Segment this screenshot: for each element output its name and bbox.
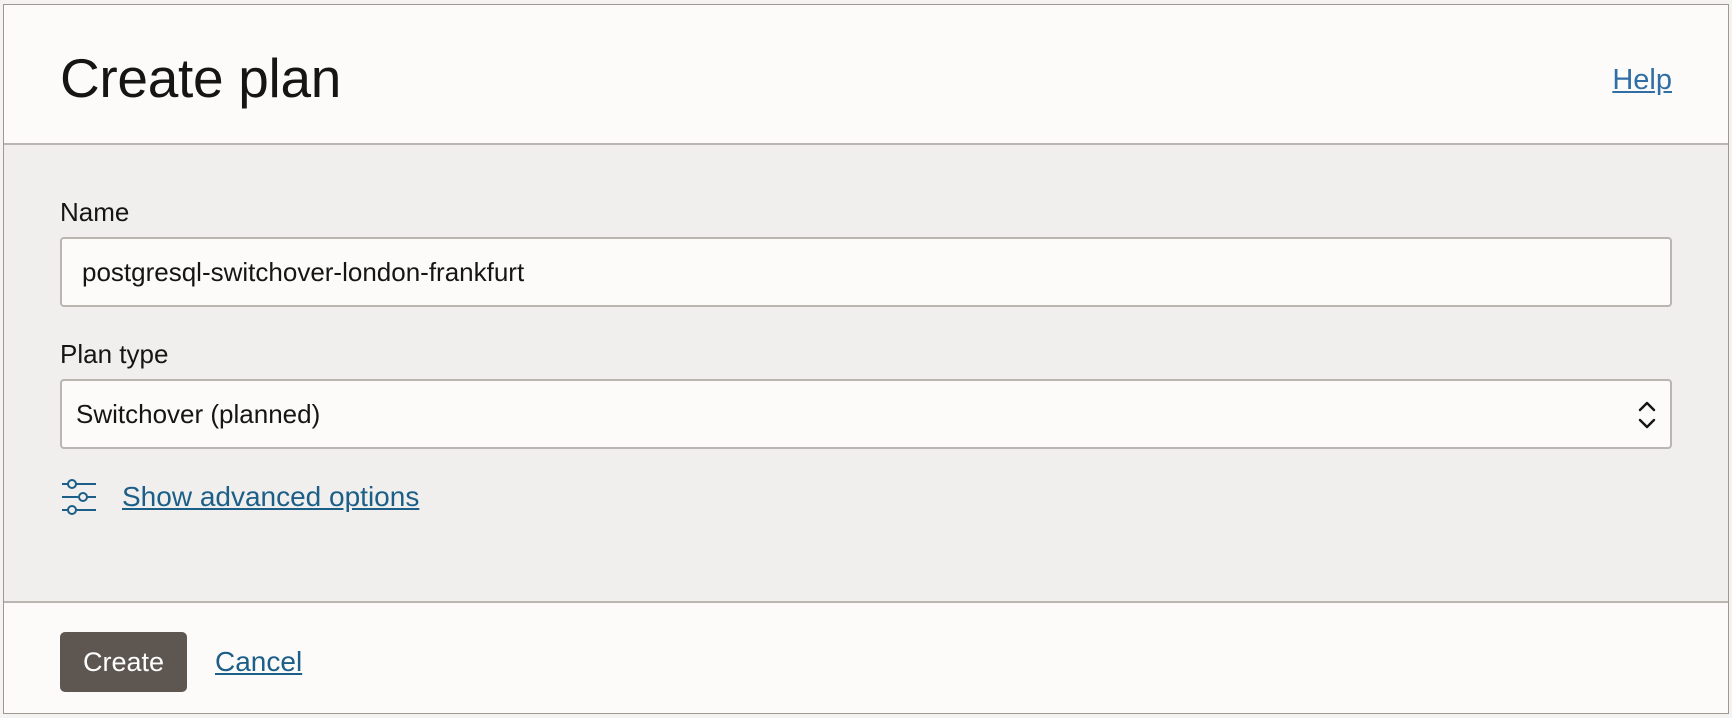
create-button[interactable]: Create (60, 632, 187, 692)
name-label: Name (60, 197, 130, 227)
plan-type-selected-value: Switchover (planned) (76, 399, 321, 429)
plan-type-select[interactable]: Switchover (planned) (60, 379, 1672, 449)
show-advanced-options-link[interactable]: Show advanced options (60, 475, 419, 519)
plan-type-label: Plan type (60, 339, 169, 369)
dialog-header: Create plan Help (4, 5, 1728, 145)
sliders-icon (62, 479, 96, 515)
cancel-link[interactable]: Cancel (215, 645, 302, 679)
dialog-body: Name Plan type Switchover (planned) (4, 145, 1728, 601)
create-plan-dialog: Create plan Help Name Plan type Switchov… (3, 4, 1729, 714)
select-chevrons-icon (1638, 401, 1656, 429)
help-link[interactable]: Help (1612, 63, 1672, 97)
name-field[interactable] (60, 237, 1672, 307)
dialog-title: Create plan (60, 47, 342, 109)
name-input[interactable] (82, 239, 1650, 305)
show-advanced-options-label[interactable]: Show advanced options (122, 480, 419, 514)
dialog-footer: Create Cancel (4, 601, 1728, 713)
